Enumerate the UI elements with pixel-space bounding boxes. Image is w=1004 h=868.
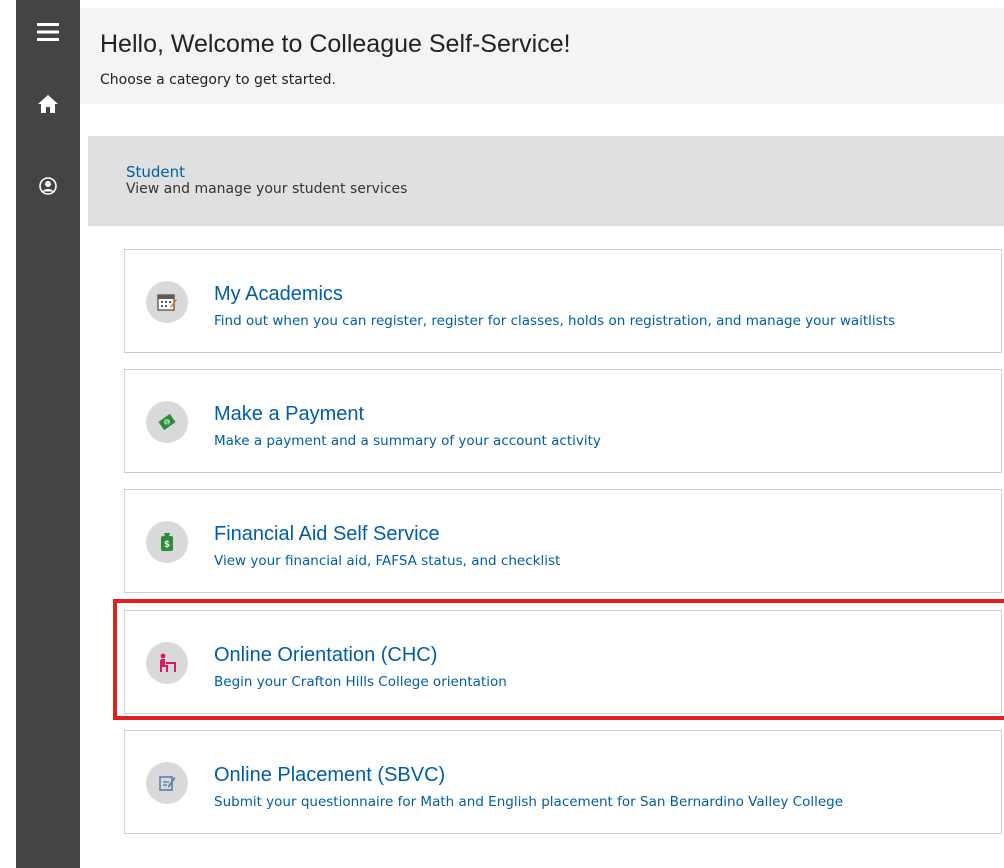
tile-title: Make a Payment — [214, 403, 365, 425]
svg-text:$: $ — [164, 540, 170, 550]
home-button[interactable] — [16, 84, 80, 124]
svg-text:$: $ — [165, 420, 169, 427]
category-title: Student — [126, 163, 186, 181]
questionnaire-icon — [146, 762, 188, 804]
student-desk-icon — [146, 642, 188, 684]
tile-online-placement[interactable]: Online Placement (SBVC) Submit your ques… — [124, 730, 1002, 834]
tile-make-a-payment[interactable]: $ Make a Payment Make a payment and a su… — [124, 369, 1002, 473]
page-subtitle: Choose a category to get started. — [100, 72, 336, 88]
category-student: Student View and manage your student ser… — [88, 136, 1004, 226]
hamburger-menu-icon — [37, 23, 59, 41]
tile-online-orientation[interactable]: Online Orientation (CHC) Begin your Craf… — [124, 610, 1002, 714]
page: Hello, Welcome to Colleague Self-Service… — [0, 0, 1004, 868]
tile-description: Make a payment and a summary of your acc… — [214, 433, 601, 449]
money-icon: $ — [146, 401, 188, 443]
tile-description: View your financial aid, FAFSA status, a… — [214, 553, 561, 569]
sidebar — [16, 0, 80, 868]
tile-title: Online Placement (SBVC) — [214, 764, 446, 786]
money-bag-icon: $ — [146, 521, 188, 563]
tile-description: Find out when you can register, register… — [214, 313, 896, 329]
calendar-icon — [146, 281, 188, 323]
tile-title: Online Orientation (CHC) — [214, 644, 438, 666]
user-profile-icon — [39, 177, 57, 195]
tile-financial-aid[interactable]: $ Financial Aid Self Service View your f… — [124, 489, 1002, 593]
home-icon — [38, 95, 58, 113]
tile-my-academics[interactable]: My Academics Find out when you can regis… — [124, 249, 1002, 353]
tile-description: Submit your questionnaire for Math and E… — [214, 794, 844, 810]
page-title: Hello, Welcome to Colleague Self-Service… — [100, 30, 571, 58]
welcome-header: Hello, Welcome to Colleague Self-Service… — [80, 8, 1004, 104]
menu-button[interactable] — [16, 12, 80, 52]
tile-title: Financial Aid Self Service — [214, 523, 440, 545]
tile-title: My Academics — [214, 283, 343, 305]
tile-description: Begin your Crafton Hills College orienta… — [214, 674, 507, 690]
user-profile-button[interactable] — [16, 166, 80, 206]
main-content: Hello, Welcome to Colleague Self-Service… — [80, 0, 1004, 868]
category-description: View and manage your student services — [126, 181, 408, 197]
